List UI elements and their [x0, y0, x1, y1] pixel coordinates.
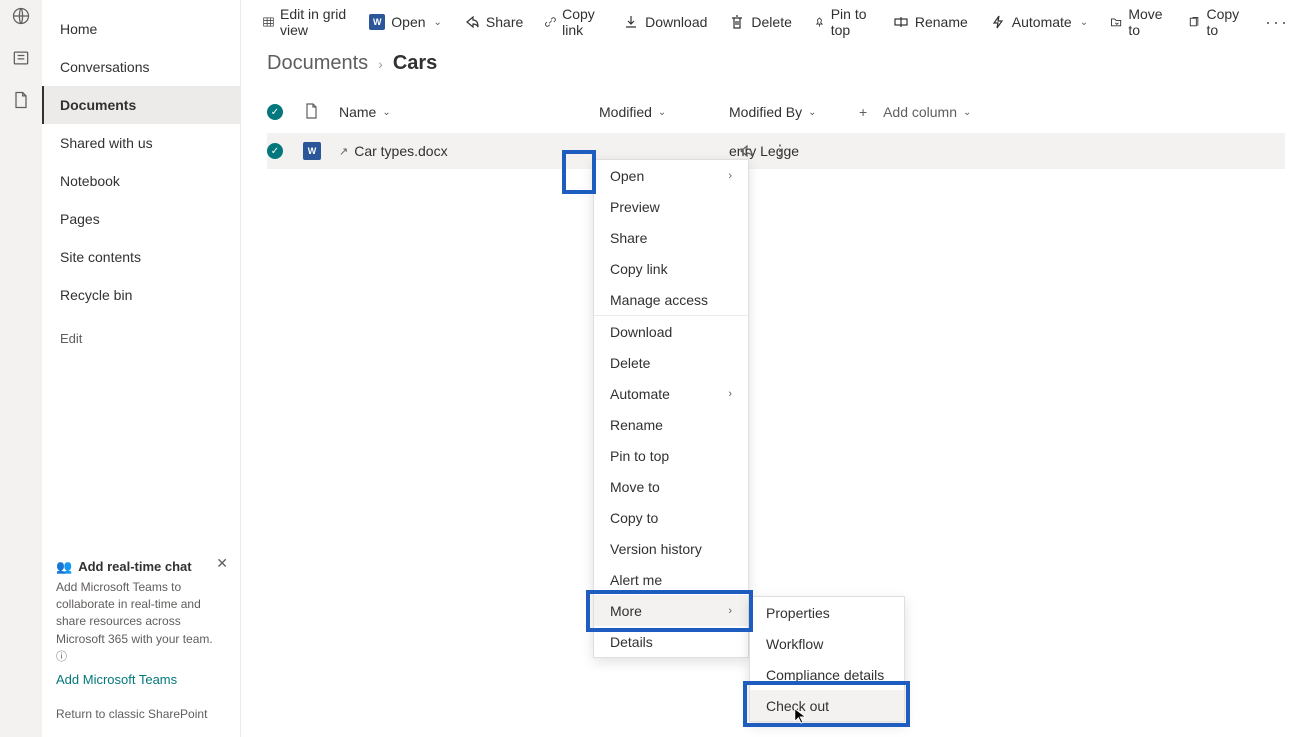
share-icon[interactable] — [736, 141, 756, 161]
breadcrumb-documents[interactable]: Documents — [267, 52, 368, 75]
add-column-button[interactable]: + Add column⌄ — [859, 104, 1285, 120]
ctx-copy-link[interactable]: Copy link — [594, 253, 748, 284]
mouse-cursor — [793, 707, 811, 725]
download-button[interactable]: Download — [623, 14, 707, 30]
copy-to-button[interactable]: Copy to — [1188, 6, 1243, 38]
row-checkbox[interactable] — [267, 143, 283, 159]
ctx-copy-to[interactable]: Copy to — [594, 502, 748, 533]
ctx-rename[interactable]: Rename — [594, 409, 748, 440]
ctx-automate[interactable]: Automate› — [594, 378, 748, 409]
sub-check-out[interactable]: Check out — [750, 690, 904, 721]
ctx-open[interactable]: Open› — [594, 160, 748, 191]
sidebar-item-pages[interactable]: Pages — [42, 200, 240, 238]
chevron-down-icon: ⌄ — [658, 107, 666, 118]
list-header: Name⌄ Modified⌄ Modified By⌄ + Add colum… — [267, 91, 1285, 133]
file-name[interactable]: Car types.docx — [354, 143, 447, 159]
breadcrumb-current: Cars — [393, 52, 437, 75]
return-classic-link[interactable]: Return to classic SharePoint — [56, 697, 226, 725]
more-submenu: Properties Workflow Compliance details C… — [749, 596, 905, 722]
sidebar-item-notebook[interactable]: Notebook — [42, 162, 240, 200]
breadcrumb: Documents › Cars — [241, 44, 1311, 91]
ctx-share[interactable]: Share — [594, 222, 748, 253]
more-button[interactable]: ··· — [1265, 12, 1289, 33]
add-teams-link[interactable]: Add Microsoft Teams — [56, 672, 226, 687]
table-row[interactable]: W ↗Car types.docx enry Legge ⋮ — [267, 133, 1285, 169]
info-icon[interactable]: ⓘ — [56, 651, 67, 663]
teams-icon: 👥 — [56, 559, 72, 575]
globe-icon[interactable] — [11, 6, 31, 26]
sidebar-item-recycle[interactable]: Recycle bin — [42, 276, 240, 314]
ctx-details[interactable]: Details — [594, 626, 748, 657]
left-rail — [0, 0, 42, 737]
ctx-version-history[interactable]: Version history — [594, 533, 748, 564]
teams-promo: ✕ 👥Add real-time chat Add Microsoft Team… — [56, 559, 226, 688]
sidebar-item-site-contents[interactable]: Site contents — [42, 238, 240, 276]
chevron-down-icon: ⌄ — [434, 17, 442, 28]
more-actions-icon[interactable]: ⋮ — [770, 141, 790, 161]
chevron-right-icon: › — [378, 56, 383, 72]
ctx-pin[interactable]: Pin to top — [594, 440, 748, 471]
ctx-move-to[interactable]: Move to — [594, 471, 748, 502]
file-icon[interactable] — [11, 90, 31, 110]
select-all-checkbox[interactable] — [267, 104, 283, 120]
ctx-more[interactable]: More› — [594, 595, 748, 626]
sidebar-item-home[interactable]: Home — [42, 10, 240, 48]
promo-desc: Add Microsoft Teams to collaborate in re… — [56, 579, 226, 667]
edit-grid-view-button[interactable]: Edit in grid view — [263, 6, 347, 38]
copy-link-button[interactable]: Copy link — [545, 6, 601, 38]
sidebar-item-shared[interactable]: Shared with us — [42, 124, 240, 162]
chevron-right-icon: › — [728, 605, 732, 617]
sidebar-item-conversations[interactable]: Conversations — [42, 48, 240, 86]
open-button[interactable]: WOpen⌄ — [369, 14, 442, 30]
chevron-down-icon: ⌄ — [1080, 17, 1088, 28]
file-type-icon — [303, 103, 339, 122]
ctx-download[interactable]: Download — [594, 316, 748, 347]
word-icon: W — [369, 14, 385, 30]
pin-button[interactable]: Pin to top — [814, 6, 871, 38]
column-modified[interactable]: Modified⌄ — [599, 104, 729, 120]
command-bar: Edit in grid view WOpen⌄ Share Copy link… — [241, 0, 1311, 44]
word-document-icon: W — [303, 142, 321, 160]
sub-properties[interactable]: Properties — [750, 597, 904, 628]
news-icon[interactable] — [11, 48, 31, 68]
checkout-icon: ↗ — [339, 145, 348, 158]
column-modified-by[interactable]: Modified By⌄ — [729, 104, 859, 120]
automate-button[interactable]: Automate⌄ — [990, 14, 1088, 30]
column-name[interactable]: Name⌄ — [339, 104, 599, 120]
sub-workflow[interactable]: Workflow — [750, 628, 904, 659]
sidebar-item-documents[interactable]: Documents — [42, 86, 240, 124]
share-button[interactable]: Share — [464, 14, 523, 30]
chevron-right-icon: › — [728, 170, 732, 182]
ctx-alert-me[interactable]: Alert me — [594, 564, 748, 595]
move-to-button[interactable]: Move to — [1110, 6, 1166, 38]
ctx-preview[interactable]: Preview — [594, 191, 748, 222]
ctx-manage-access[interactable]: Manage access — [594, 284, 748, 315]
file-context-menu: Open› Preview Share Copy link Manage acc… — [593, 159, 749, 658]
sidebar-edit-link[interactable]: Edit — [42, 320, 240, 358]
chevron-down-icon: ⌄ — [963, 107, 971, 118]
sub-compliance[interactable]: Compliance details — [750, 659, 904, 690]
chevron-right-icon: › — [728, 388, 732, 400]
ctx-delete[interactable]: Delete — [594, 347, 748, 378]
close-icon[interactable]: ✕ — [216, 555, 228, 572]
promo-title: Add real-time chat — [78, 559, 191, 574]
sidebar: Home Conversations Documents Shared with… — [42, 0, 240, 737]
delete-button[interactable]: Delete — [729, 14, 791, 30]
rename-button[interactable]: Rename — [893, 14, 968, 30]
chevron-down-icon: ⌄ — [808, 107, 816, 118]
chevron-down-icon: ⌄ — [382, 107, 390, 118]
